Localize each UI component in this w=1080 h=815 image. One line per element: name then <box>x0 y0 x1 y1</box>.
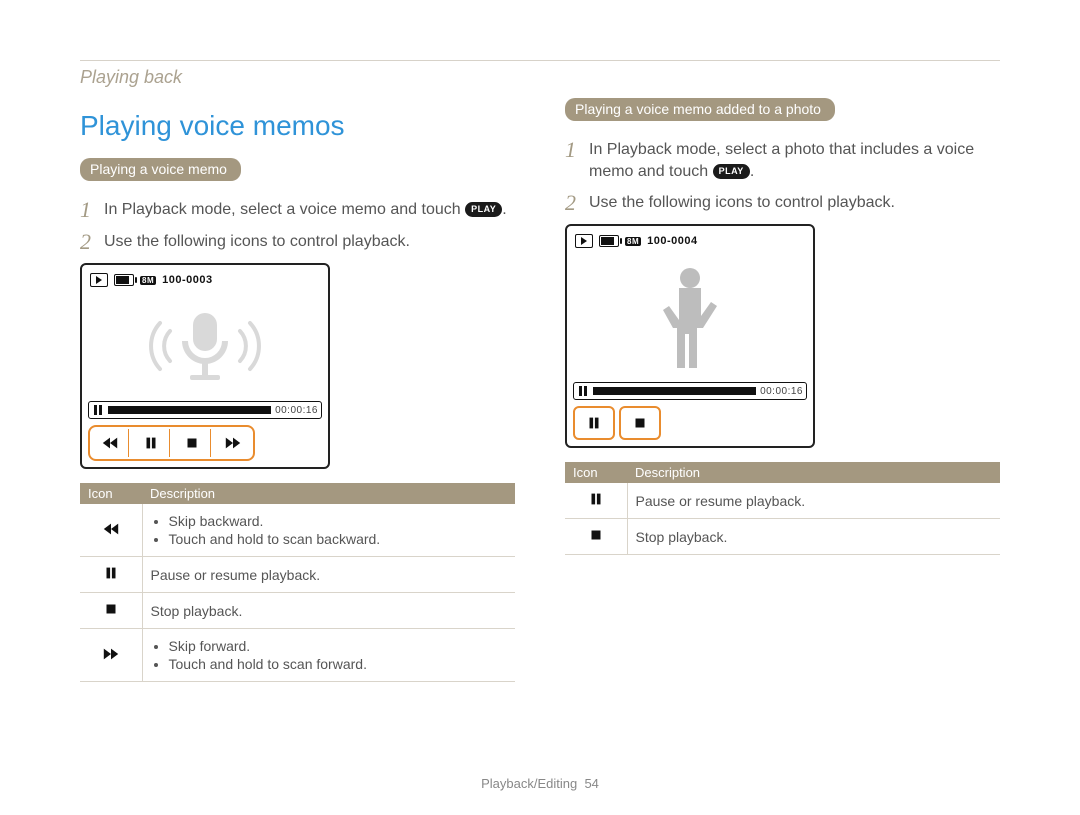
device-screen-photo-memo: 8M 100-0004 00:00:16 <box>565 224 815 448</box>
stop-button[interactable] <box>619 406 661 440</box>
step-number: 1 <box>80 199 96 221</box>
description-text: Stop playback. <box>142 593 515 629</box>
footer-section: Playback/Editing <box>481 776 577 791</box>
col-header-icon: Icon <box>80 483 142 504</box>
pause-icon <box>587 490 605 508</box>
stop-icon <box>102 600 120 618</box>
memory-badge: 8M <box>140 276 156 285</box>
memory-badge: 8M <box>625 237 641 246</box>
progress-bar: 00:00:16 <box>88 401 322 419</box>
battery-icon <box>599 235 619 247</box>
battery-icon <box>114 274 134 286</box>
screen-top-bar: 8M 100-0004 <box>573 232 807 252</box>
step-number: 2 <box>80 231 96 253</box>
col-header-description: Description <box>142 483 515 504</box>
forward-button[interactable] <box>215 429 251 457</box>
playback-mode-icon <box>575 234 593 248</box>
pause-indicator-icon <box>577 385 589 397</box>
stop-icon <box>183 434 201 452</box>
description-text: Pause or resume playback. <box>142 557 515 593</box>
page-footer: Playback/Editing 54 <box>0 776 1080 791</box>
description-list: Skip backward. Touch and hold to scan ba… <box>151 513 508 547</box>
forward-icon <box>102 645 120 663</box>
section-title: Playing voice memos <box>80 110 515 142</box>
left-column: Playing voice memos Playing a voice memo… <box>80 98 515 682</box>
stop-icon <box>631 414 649 432</box>
description-list: Skip forward. Touch and hold to scan for… <box>151 638 508 672</box>
breadcrumb: Playing back <box>80 67 1000 88</box>
file-counter: 100-0004 <box>647 235 698 247</box>
table-row: Skip forward. Touch and hold to scan for… <box>80 629 515 682</box>
playback-controls <box>88 425 255 461</box>
stop-icon <box>587 526 605 544</box>
step-text: In Playback mode, select a photo that in… <box>589 139 1000 182</box>
pause-icon <box>585 414 603 432</box>
pause-indicator-icon <box>92 404 104 416</box>
voice-memo-graphic <box>88 291 322 401</box>
photo-thumbnail <box>573 252 807 382</box>
step-text: Use the following icons to control playb… <box>104 231 410 253</box>
table-row: Pause or resume playback. <box>565 483 1000 519</box>
footer-page-number: 54 <box>584 776 598 791</box>
step-number: 1 <box>565 139 581 161</box>
device-screen-voice-memo: 8M 100-0003 <box>80 263 330 469</box>
top-rule <box>80 60 1000 61</box>
subsection-pill-left: Playing a voice memo <box>80 158 241 181</box>
play-pill-icon: PLAY <box>465 202 502 217</box>
stop-button[interactable] <box>174 429 211 457</box>
step-2-right: 2 Use the following icons to control pla… <box>565 192 1000 214</box>
table-row: Skip backward. Touch and hold to scan ba… <box>80 504 515 557</box>
progress-bar: 00:00:16 <box>573 382 807 400</box>
description-text: Stop playback. <box>627 519 1000 555</box>
playback-mode-icon <box>90 273 108 287</box>
table-row: Stop playback. <box>80 593 515 629</box>
pause-button[interactable] <box>133 429 170 457</box>
icon-description-table-right: Icon Description Pause or resume playbac… <box>565 462 1000 555</box>
playback-controls <box>573 406 807 440</box>
timestamp: 00:00:16 <box>760 386 803 397</box>
step-text: In Playback mode, select a voice memo an… <box>104 199 507 221</box>
step-1-right: 1 In Playback mode, select a photo that … <box>565 139 1000 182</box>
forward-icon <box>224 434 242 452</box>
pause-icon <box>102 564 120 582</box>
col-header-icon: Icon <box>565 462 627 483</box>
right-column: Playing a voice memo added to a photo 1 … <box>565 98 1000 682</box>
microphone-icon <box>130 301 280 391</box>
step-text: Use the following icons to control playb… <box>589 192 895 214</box>
person-silhouette-icon <box>655 262 725 382</box>
step-1-left: 1 In Playback mode, select a voice memo … <box>80 199 515 221</box>
table-row: Stop playback. <box>565 519 1000 555</box>
col-header-description: Description <box>627 462 1000 483</box>
timestamp: 00:00:16 <box>275 405 318 416</box>
rewind-icon <box>102 520 120 538</box>
rewind-button[interactable] <box>92 429 129 457</box>
step-number: 2 <box>565 192 581 214</box>
icon-description-table-left: Icon Description Skip backward. Touch an… <box>80 483 515 682</box>
rewind-icon <box>101 434 119 452</box>
play-pill-icon: PLAY <box>713 164 750 179</box>
step-2-left: 2 Use the following icons to control pla… <box>80 231 515 253</box>
pause-button[interactable] <box>573 406 615 440</box>
table-row: Pause or resume playback. <box>80 557 515 593</box>
screen-top-bar: 8M 100-0003 <box>88 271 322 291</box>
subsection-pill-right: Playing a voice memo added to a photo <box>565 98 835 121</box>
manual-page: Playing back Playing voice memos Playing… <box>0 0 1080 815</box>
file-counter: 100-0003 <box>162 274 213 286</box>
pause-icon <box>142 434 160 452</box>
description-text: Pause or resume playback. <box>627 483 1000 519</box>
